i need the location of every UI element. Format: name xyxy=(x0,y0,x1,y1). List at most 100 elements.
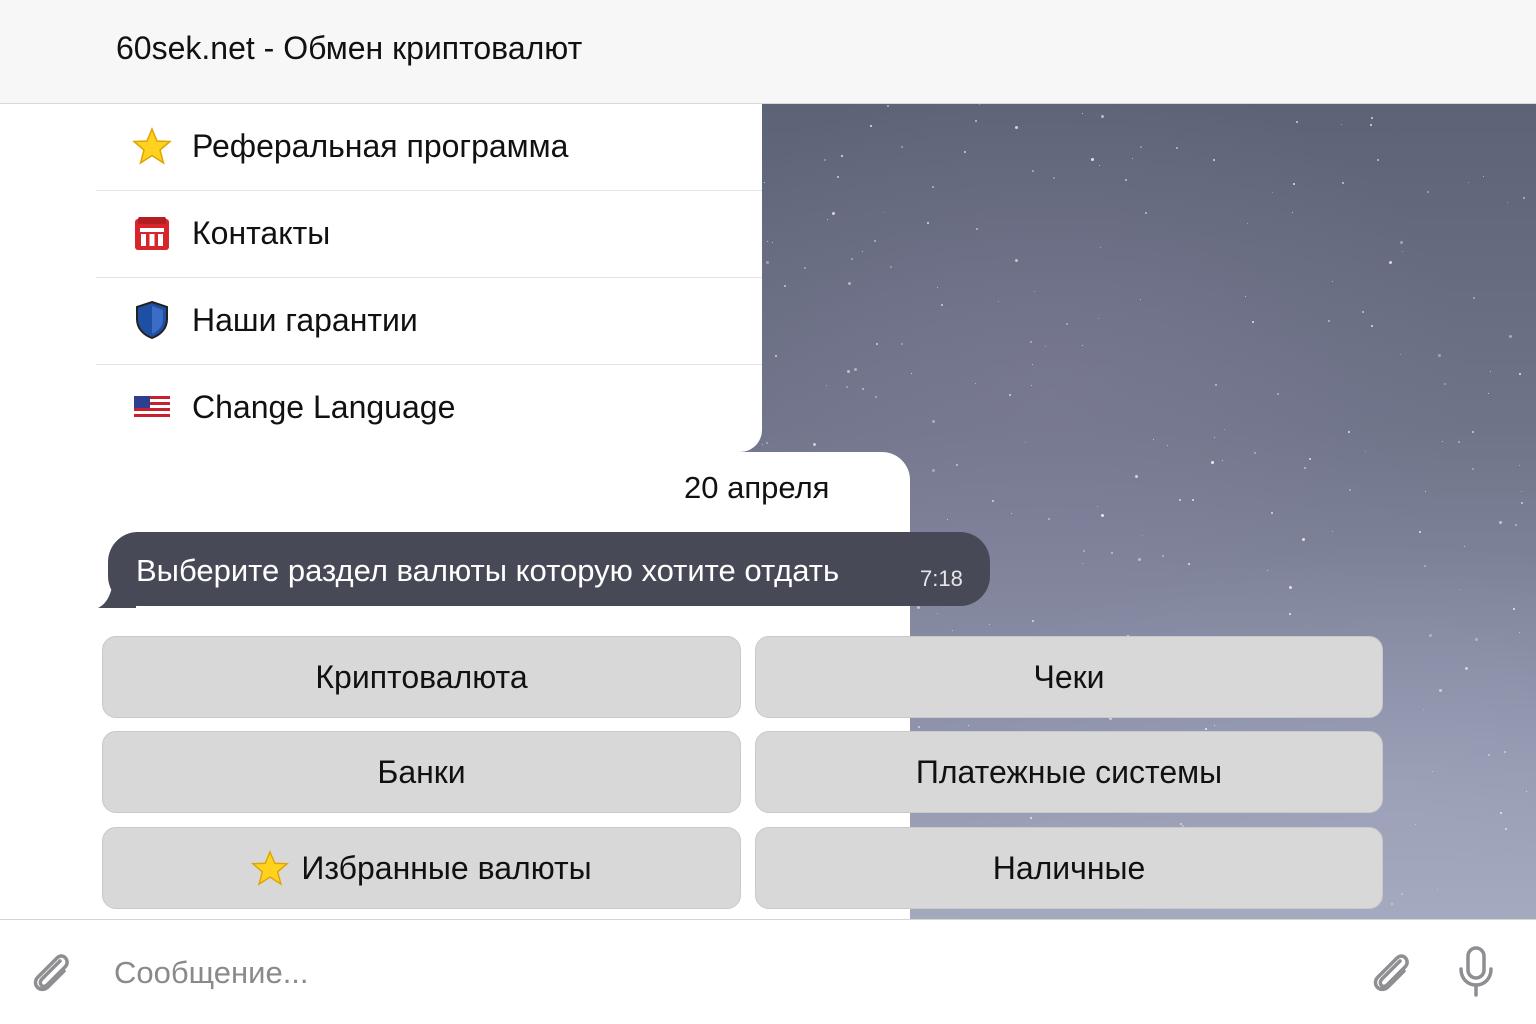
star-dot xyxy=(1487,392,1489,394)
menu-item-label: Наши гарантии xyxy=(192,302,418,338)
star-dot xyxy=(1213,724,1215,726)
star-dot xyxy=(963,150,966,153)
star-dot xyxy=(1399,240,1403,244)
star-dot xyxy=(1342,181,1345,184)
star-dot xyxy=(1515,523,1518,526)
message-input-bar xyxy=(0,919,1536,1024)
menu-item-contacts[interactable]: Контакты xyxy=(96,191,762,278)
star-dot xyxy=(1137,558,1141,562)
paperclip-icon xyxy=(1373,954,1409,992)
star-dot xyxy=(1521,491,1523,493)
star-dot xyxy=(1140,146,1143,149)
star-dot xyxy=(918,725,921,728)
button-favorite-currencies[interactable]: Избранные валюты xyxy=(102,827,741,909)
star-dot xyxy=(1277,393,1280,396)
star-dot xyxy=(846,369,850,373)
star-dot xyxy=(1142,535,1144,537)
star-dot xyxy=(1376,159,1379,162)
star-dot xyxy=(1010,513,1012,515)
message-time: 7:18 xyxy=(920,566,963,591)
star-dot xyxy=(1520,501,1523,504)
star-dot xyxy=(1443,383,1446,386)
star-dot xyxy=(846,385,849,388)
star-dot xyxy=(1254,451,1257,454)
button-crypto[interactable]: Криптовалюта xyxy=(102,636,741,718)
star-dot xyxy=(988,623,990,625)
star-dot xyxy=(932,186,935,188)
star-dot xyxy=(1293,183,1296,186)
star-dot xyxy=(1414,824,1416,825)
star-dot xyxy=(1402,251,1404,252)
star-dot xyxy=(1048,517,1051,520)
voice-message-button[interactable] xyxy=(1448,944,1504,1000)
star-dot xyxy=(1523,196,1526,199)
star-dot xyxy=(1499,812,1502,815)
star-dot xyxy=(1139,298,1141,300)
star-dot xyxy=(1426,190,1429,193)
menu-item-referral[interactable]: Реферальная программа xyxy=(96,104,762,191)
star-dot xyxy=(876,343,879,346)
shield-icon xyxy=(136,300,168,340)
star-dot xyxy=(1100,115,1104,119)
star-dot xyxy=(832,212,836,216)
star-dot xyxy=(1288,585,1292,589)
star-dot xyxy=(900,342,903,345)
date-separator: 20 апреля xyxy=(684,470,830,505)
star-dot xyxy=(1425,491,1427,493)
star-dot xyxy=(1423,565,1426,568)
menu-item-change-language[interactable]: Change Language xyxy=(96,365,762,452)
star-dot xyxy=(1101,514,1105,518)
star-dot xyxy=(1224,429,1226,431)
building-icon xyxy=(135,217,169,250)
star-dot xyxy=(841,155,844,158)
star-dot xyxy=(1014,126,1018,130)
message-input[interactable] xyxy=(114,948,1314,998)
star-dot xyxy=(1401,893,1404,896)
star-dot xyxy=(1518,464,1520,466)
star-dot xyxy=(1503,750,1506,753)
star-dot xyxy=(1303,466,1306,469)
star-dot xyxy=(1505,827,1508,830)
button-cash[interactable]: Наличные xyxy=(755,827,1383,909)
star-dot xyxy=(1266,570,1268,572)
star-dot xyxy=(1292,212,1294,214)
star-dot xyxy=(1442,440,1444,442)
star-dot xyxy=(1030,341,1033,344)
button-label: Криптовалюта xyxy=(315,658,528,695)
star-dot xyxy=(1369,123,1372,126)
star-dot xyxy=(1302,538,1306,542)
star-dot xyxy=(1025,441,1027,443)
star-dot xyxy=(1033,290,1035,292)
paperclip-icon xyxy=(33,954,69,992)
chat-header: 60sek.net - Обмен криптовалют xyxy=(0,0,1536,104)
button-payment-systems[interactable]: Платежные системы xyxy=(755,731,1383,813)
star-dot xyxy=(974,383,976,385)
message-text: Выберите раздел валюты которую хотите от… xyxy=(136,553,840,588)
star-dot xyxy=(1191,498,1194,501)
bot-menu-panel: Реферальная программа Контакты Наши гара… xyxy=(0,104,762,452)
star-dot xyxy=(968,724,970,726)
star-dot xyxy=(767,240,769,242)
attach-button-left[interactable] xyxy=(22,944,78,1000)
star-dot xyxy=(947,518,949,520)
button-banks[interactable]: Банки xyxy=(102,731,741,813)
star-dot xyxy=(1518,631,1520,633)
star-dot xyxy=(1309,457,1312,460)
star-dot xyxy=(861,250,863,252)
star-dot xyxy=(853,367,857,371)
star-dot xyxy=(1179,499,1182,502)
star-dot xyxy=(784,284,787,287)
star-dot xyxy=(1111,552,1114,555)
star-dot xyxy=(1471,468,1474,471)
star-dot xyxy=(1525,791,1527,793)
menu-item-guarantees[interactable]: Наши гарантии xyxy=(96,278,762,365)
button-label: Избранные валюты xyxy=(301,849,592,886)
star-dot xyxy=(1204,727,1207,730)
star-dot xyxy=(975,228,978,231)
star-dot xyxy=(851,257,854,260)
button-checks[interactable]: Чеки xyxy=(755,636,1383,718)
attach-button-right[interactable] xyxy=(1362,944,1418,1000)
star-dot xyxy=(1467,182,1469,184)
menu-item-label: Реферальная программа xyxy=(192,128,569,164)
star-dot xyxy=(1145,212,1148,215)
